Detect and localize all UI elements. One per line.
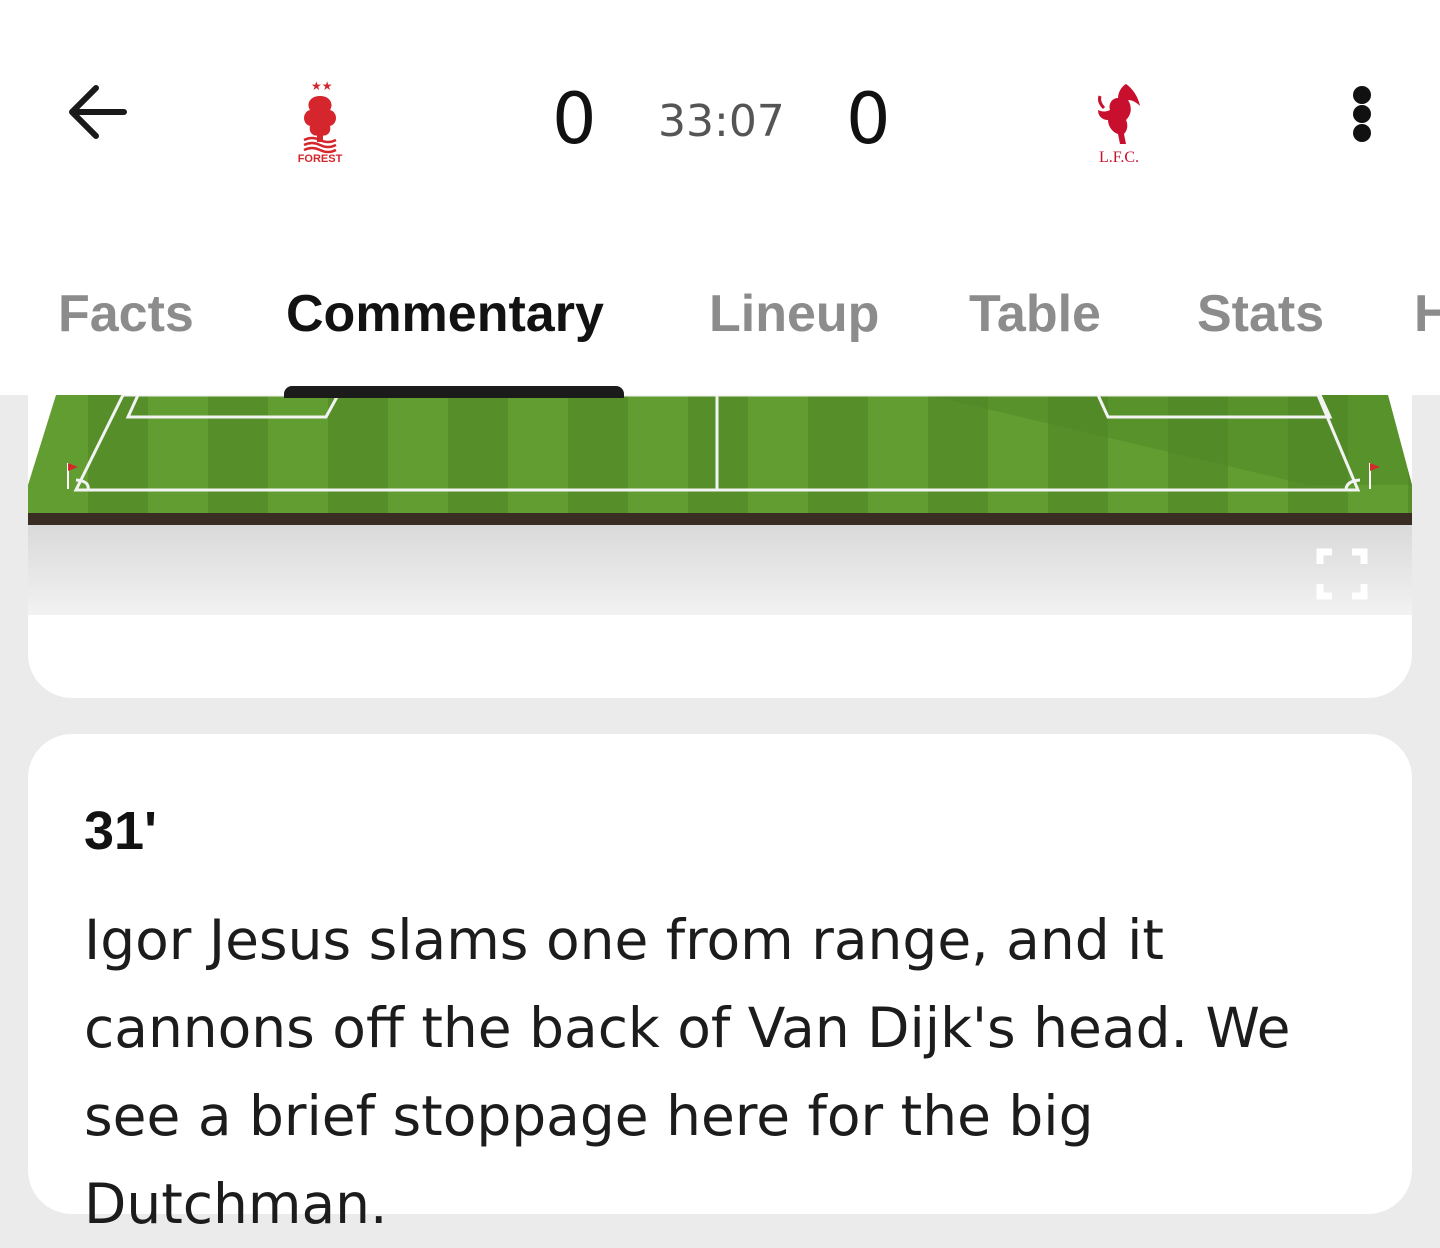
- svg-text:★★: ★★: [311, 79, 333, 93]
- expand-pitch-button[interactable]: [1316, 548, 1368, 600]
- arrow-left-icon: [69, 85, 127, 139]
- tab-commentary[interactable]: Commentary: [286, 284, 604, 344]
- tab-h[interactable]: H: [1414, 284, 1440, 344]
- commentary-minute: 31': [84, 801, 157, 861]
- more-options-button[interactable]: [1340, 82, 1384, 146]
- match-header: ★★ FOREST 0 33:07 0 L.F.C. Facts Comment…: [0, 0, 1440, 398]
- more-dot: [1353, 124, 1371, 142]
- match-clock: 33:07: [658, 96, 785, 147]
- fullscreen-icon: [1316, 548, 1368, 600]
- commentary-card: 31' Igor Jesus slams one from range, and…: [28, 734, 1412, 1236]
- more-dot: [1353, 105, 1371, 123]
- tab-lineup[interactable]: Lineup: [709, 284, 879, 344]
- svg-text:FOREST: FOREST: [298, 153, 343, 164]
- back-button[interactable]: [62, 80, 134, 144]
- tab-stats[interactable]: Stats: [1197, 284, 1324, 344]
- tab-facts[interactable]: Facts: [58, 284, 194, 344]
- active-tab-indicator: [284, 386, 624, 398]
- forest-crest-icon: ★★ FOREST: [298, 79, 343, 165]
- more-vertical-icon: [1353, 86, 1371, 104]
- football-pitch: [28, 395, 1412, 615]
- away-team-logo[interactable]: L.F.C.: [1086, 78, 1152, 166]
- home-team-logo[interactable]: ★★ FOREST: [288, 78, 352, 165]
- tab-table[interactable]: Table: [969, 284, 1101, 344]
- away-score: 0: [846, 78, 891, 160]
- home-score: 0: [552, 78, 597, 160]
- match-tabs: Facts Commentary Lineup Table Stats H: [0, 270, 1440, 398]
- svg-text:L.F.C.: L.F.C.: [1099, 149, 1139, 166]
- commentary-text: Igor Jesus slams one from range, and it …: [84, 908, 1291, 1236]
- liverbird-crest-icon: L.F.C.: [1098, 84, 1140, 166]
